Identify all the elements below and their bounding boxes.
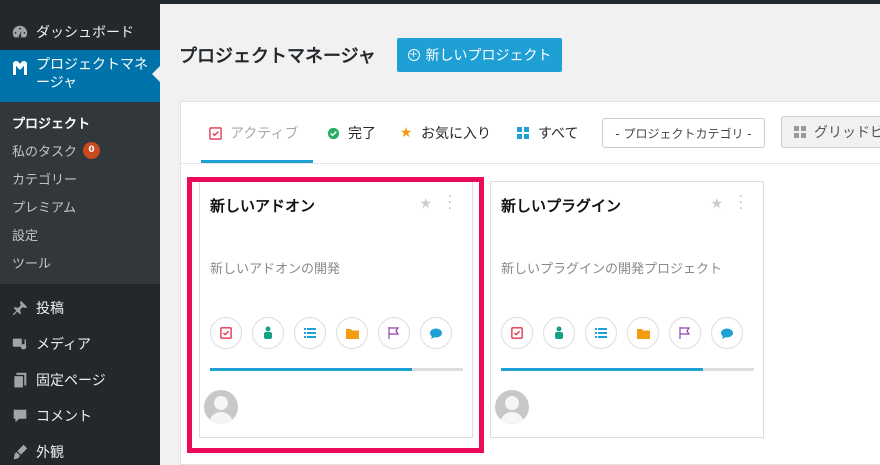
menu-pm-label-line1: プロジェクトマネ: [36, 57, 148, 73]
submenu-tools-label: ツール: [12, 256, 52, 272]
milestone-flag-icon[interactable]: [669, 317, 701, 349]
check-circle-icon: [326, 126, 340, 140]
submenu-categories-label: カテゴリー: [12, 172, 78, 188]
submenu-my-tasks-label: 私のタスク: [12, 144, 78, 160]
grid-view-icon: [794, 126, 806, 138]
menu-pages-label: 固定ページ: [36, 373, 106, 389]
submenu-projects-label: プロジェクト: [12, 116, 91, 132]
pages-icon: [10, 370, 30, 390]
menu-project-manager-label: プロジェクトマネ ージャ: [36, 56, 148, 92]
active-tab-indicator: [201, 160, 313, 163]
project-category-select[interactable]: - プロジェクトカテゴリ -: [602, 118, 765, 148]
folder-icon[interactable]: [627, 317, 659, 349]
submenu-tools[interactable]: ツール: [0, 248, 160, 276]
project-title[interactable]: 新しいプラグイン: [501, 195, 621, 216]
menu-appearance-label: 外観: [36, 445, 64, 461]
new-project-button[interactable]: + 新しいプロジェクト: [397, 38, 562, 72]
menu-posts[interactable]: 投稿: [0, 290, 160, 326]
project-manager-submenu: プロジェクト 私のタスク 0 カテゴリー プレミアム 設定 ツール: [0, 102, 160, 284]
menu-pm-label-line2: ージャ: [36, 75, 78, 91]
favorite-star-icon[interactable]: ★: [710, 196, 723, 212]
menu-comments-label: コメント: [36, 409, 92, 425]
tab-active[interactable]: アクティブ: [208, 122, 298, 144]
admin-sidebar: ダッシュボード プロジェクトマネ ージャ プロジェクト 私のタスク 0 カテゴリー…: [0, 4, 160, 465]
menu-dashboard-label: ダッシュボード: [36, 25, 134, 41]
tab-all-label: すべて: [538, 126, 579, 142]
tab-completed-label: 完了: [348, 126, 376, 142]
plus-icon: +: [407, 49, 420, 61]
page-title: プロジェクトマネージャ: [179, 46, 376, 67]
project-description: 新しいプラグインの開発プロジェクト: [501, 262, 723, 277]
pin-icon: [10, 298, 30, 318]
submenu-premium-label: プレミアム: [12, 200, 77, 216]
avatar[interactable]: [495, 390, 529, 424]
list-icon[interactable]: [585, 317, 617, 349]
menu-pages[interactable]: 固定ページ: [0, 362, 160, 398]
dashboard-icon: [10, 22, 30, 42]
highlight-box: [187, 177, 484, 453]
menu-media[interactable]: メディア: [0, 326, 160, 362]
menu-dashboard[interactable]: ダッシュボード: [0, 14, 160, 50]
project-action-icons: [501, 317, 753, 349]
new-project-label: 新しいプロジェクト: [425, 48, 552, 64]
tasks-icon[interactable]: [501, 317, 533, 349]
menu-appearance[interactable]: 外観: [0, 434, 160, 465]
media-icon: [10, 334, 30, 354]
submenu-categories[interactable]: カテゴリー: [0, 164, 160, 192]
tab-all[interactable]: すべて: [516, 122, 578, 144]
grid-icon: [516, 126, 530, 140]
tab-favorites-label: お気に入り: [421, 126, 491, 142]
submenu-settings[interactable]: 設定: [0, 220, 160, 248]
menu-comments[interactable]: コメント: [0, 398, 160, 434]
submenu-settings-label: 設定: [12, 228, 39, 244]
progress-bar: [501, 368, 754, 371]
star-icon: ★: [399, 125, 413, 141]
project-manager-icon: [10, 58, 30, 78]
submenu-premium[interactable]: プレミアム: [0, 192, 160, 220]
brush-icon: [10, 442, 30, 462]
menu-media-label: メディア: [36, 337, 92, 353]
comment-icon: [10, 406, 30, 426]
grid-view-button[interactable]: グリッドビ: [781, 116, 880, 148]
progress-fill: [501, 368, 704, 371]
more-options-icon[interactable]: · · ·: [739, 190, 743, 216]
project-card[interactable]: 新しいプラグイン ★ · · · 新しいプラグインの開発プロジェクト: [490, 181, 764, 438]
menu-project-manager[interactable]: プロジェクトマネ ージャ: [0, 50, 160, 102]
submenu-projects[interactable]: プロジェクト: [0, 108, 160, 136]
tab-favorites[interactable]: ★ お気に入り: [399, 122, 491, 144]
grid-view-label: グリッドビ: [814, 125, 880, 141]
submenu-my-tasks[interactable]: 私のタスク 0: [0, 136, 160, 164]
active-checkbox-icon: [208, 126, 222, 140]
team-icon[interactable]: [543, 317, 575, 349]
tab-completed[interactable]: 完了: [326, 122, 376, 144]
task-count-badge: 0: [83, 141, 101, 159]
project-filter-tabs: アクティブ 完了 ★ お気に入り すべて - プロジェクトカテゴリ - グリッド…: [181, 102, 880, 164]
tab-active-label: アクティブ: [230, 126, 299, 142]
discussion-icon[interactable]: [711, 317, 743, 349]
menu-posts-label: 投稿: [36, 301, 64, 317]
